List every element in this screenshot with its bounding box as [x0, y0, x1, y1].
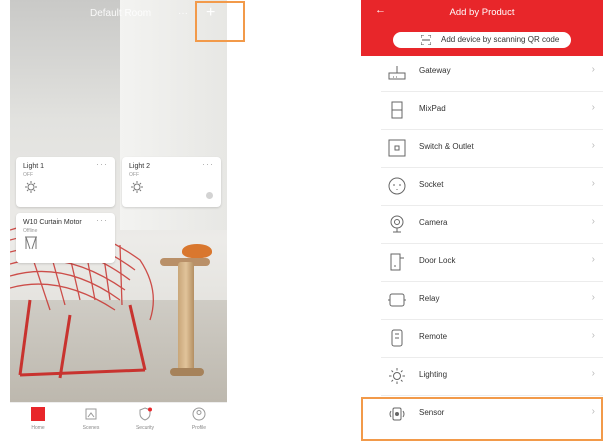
- product-label: Socket: [419, 180, 444, 189]
- curtain-icon: [25, 236, 37, 250]
- camera-icon: [390, 215, 404, 233]
- security-icon: [139, 407, 152, 421]
- device-card-light-1[interactable]: Light 1 OFF ···: [16, 157, 115, 207]
- add-by-product-header: ← Add by Product Add device by scanning …: [361, 0, 603, 56]
- chevron-right-icon: ›: [591, 64, 595, 75]
- nav-scenes[interactable]: Scenes: [66, 407, 116, 431]
- device-name: Light 1: [23, 163, 45, 170]
- home-screen: Default Room ··· + Light 1 OFF ··· Light…: [10, 0, 227, 441]
- door-lock-icon: [390, 253, 404, 271]
- device-status: OFF: [23, 172, 33, 178]
- nav-label: Profile: [191, 425, 207, 431]
- device-name: Light 2: [129, 163, 151, 170]
- chevron-right-icon: ›: [591, 216, 595, 227]
- gateway-icon: [388, 66, 406, 80]
- bottom-navigation: Home Scenes Security Profile: [10, 402, 227, 441]
- product-label: MixPad: [419, 104, 446, 113]
- relay-icon: [388, 293, 406, 307]
- chevron-right-icon: ›: [591, 292, 595, 303]
- qr-scan-icon: [421, 35, 431, 45]
- side-table-base: [170, 368, 204, 376]
- device-name: W10 Curtain Motor: [23, 219, 82, 226]
- device-status: OFF: [129, 172, 139, 178]
- product-label: Switch & Outlet: [419, 142, 474, 151]
- nav-label: Security: [135, 425, 155, 431]
- scan-qr-label: Add device by scanning QR code: [441, 35, 560, 44]
- bulb-icon: [131, 181, 143, 193]
- nav-home[interactable]: Home: [13, 407, 63, 431]
- switch-icon: [388, 139, 406, 157]
- product-label: Relay: [419, 294, 440, 303]
- product-row-gateway[interactable]: Gateway ›: [381, 53, 603, 92]
- product-label: Camera: [419, 218, 448, 227]
- device-card-light-2[interactable]: Light 2 OFF ···: [122, 157, 221, 207]
- chevron-right-icon: ›: [591, 140, 595, 151]
- room-selector[interactable]: Default Room: [90, 8, 151, 19]
- product-label: Door Lock: [419, 256, 456, 265]
- add-button-highlight: [195, 1, 245, 42]
- chevron-right-icon: ›: [591, 254, 595, 265]
- sensor-row-highlight: [361, 397, 603, 441]
- mixpad-icon: [391, 101, 403, 119]
- more-options-icon[interactable]: ···: [96, 159, 108, 169]
- product-label: Remote: [419, 332, 448, 341]
- remote-icon: [391, 329, 403, 347]
- power-toggle[interactable]: [206, 192, 213, 199]
- nav-security[interactable]: Security: [120, 407, 170, 431]
- profile-icon: [192, 407, 206, 421]
- chevron-right-icon: ›: [591, 102, 595, 113]
- product-row-socket[interactable]: Socket ›: [381, 167, 603, 206]
- header-more-icon[interactable]: ···: [178, 8, 188, 19]
- product-label: Gateway: [419, 66, 451, 75]
- product-row-mixpad[interactable]: MixPad ›: [381, 91, 603, 130]
- lighting-icon: [389, 368, 405, 384]
- product-row-relay[interactable]: Relay ›: [381, 281, 603, 320]
- add-by-product-screen: ← Add by Product Add device by scanning …: [361, 0, 603, 441]
- page-title: Add by Product: [449, 7, 515, 18]
- side-table-stem: [178, 262, 194, 372]
- chevron-right-icon: ›: [591, 330, 595, 341]
- nav-label: Scenes: [82, 425, 100, 431]
- scan-qr-button[interactable]: Add device by scanning QR code: [393, 32, 571, 48]
- chevron-right-icon: ›: [591, 368, 595, 379]
- device-card-curtain-motor[interactable]: W10 Curtain Motor Offline ···: [16, 213, 115, 263]
- device-status: Offline: [23, 228, 38, 234]
- product-row-remote[interactable]: Remote ›: [381, 319, 603, 358]
- product-label: Lighting: [419, 370, 448, 379]
- product-row-door-lock[interactable]: Door Lock ›: [381, 243, 603, 282]
- product-row-camera[interactable]: Camera ›: [381, 205, 603, 244]
- bulb-icon: [25, 181, 37, 193]
- chevron-right-icon: ›: [591, 178, 595, 189]
- more-options-icon[interactable]: ···: [96, 215, 108, 225]
- product-row-lighting[interactable]: Lighting ›: [381, 357, 603, 396]
- nav-label: Home: [31, 425, 45, 431]
- scenes-icon: [85, 408, 97, 420]
- home-icon: [31, 407, 45, 421]
- fruit-bowl: [182, 244, 212, 258]
- more-options-icon[interactable]: ···: [202, 159, 214, 169]
- nav-profile[interactable]: Profile: [174, 407, 224, 431]
- socket-icon: [388, 177, 406, 195]
- product-row-switch-outlet[interactable]: Switch & Outlet ›: [381, 129, 603, 168]
